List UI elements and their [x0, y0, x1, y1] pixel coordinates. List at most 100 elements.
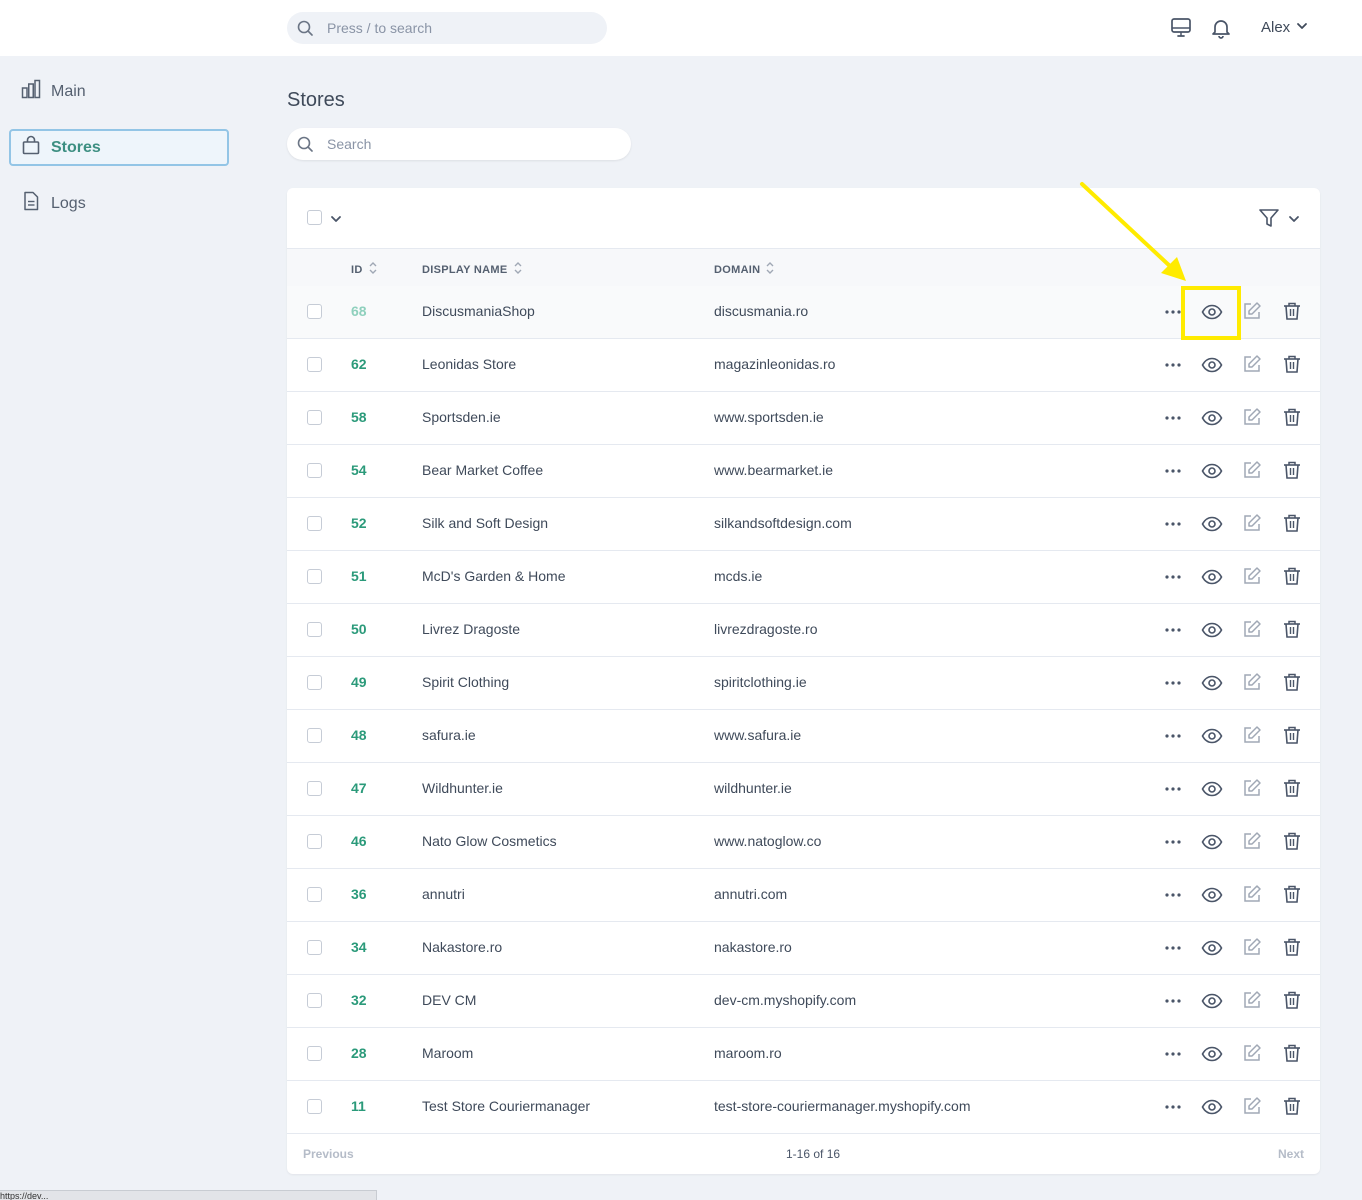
table-row[interactable]: 50 Livrez Dragoste livrezdragoste.ro: [287, 604, 1320, 657]
more-icon[interactable]: [1164, 833, 1182, 854]
store-id[interactable]: 50: [351, 621, 367, 637]
user-menu[interactable]: Alex: [1261, 19, 1308, 36]
table-row[interactable]: 54 Bear Market Coffee www.bearmarket.ie: [287, 445, 1320, 498]
row-checkbox[interactable]: [307, 1099, 322, 1114]
store-id[interactable]: 54: [351, 462, 367, 478]
trash-icon[interactable]: [1282, 1096, 1302, 1119]
table-row[interactable]: 28 Maroom maroom.ro: [287, 1028, 1320, 1081]
table-row[interactable]: 68 DiscusmaniaShop discusmania.ro: [287, 286, 1320, 339]
eye-icon[interactable]: [1201, 513, 1223, 538]
store-id[interactable]: 28: [351, 1045, 367, 1061]
global-search-input[interactable]: Press / to search: [287, 12, 607, 44]
store-id[interactable]: 47: [351, 780, 367, 796]
store-id[interactable]: 51: [351, 568, 367, 584]
trash-icon[interactable]: [1282, 513, 1302, 536]
more-icon[interactable]: [1164, 939, 1182, 960]
row-checkbox[interactable]: [307, 357, 322, 372]
row-checkbox[interactable]: [307, 1046, 322, 1061]
table-row[interactable]: 62 Leonidas Store magazinleonidas.ro: [287, 339, 1320, 392]
more-icon[interactable]: [1164, 992, 1182, 1013]
edit-icon[interactable]: [1242, 619, 1262, 642]
more-icon[interactable]: [1164, 303, 1182, 324]
previous-page-button[interactable]: Previous: [303, 1147, 354, 1161]
eye-icon[interactable]: [1201, 884, 1223, 909]
table-row[interactable]: 34 Nakastore.ro nakastore.ro: [287, 922, 1320, 975]
edit-icon[interactable]: [1242, 1096, 1262, 1119]
row-checkbox[interactable]: [307, 781, 322, 796]
eye-icon[interactable]: [1201, 778, 1223, 803]
edit-icon[interactable]: [1242, 513, 1262, 536]
edit-icon[interactable]: [1242, 990, 1262, 1013]
more-icon[interactable]: [1164, 1045, 1182, 1066]
row-checkbox[interactable]: [307, 675, 322, 690]
edit-icon[interactable]: [1242, 407, 1262, 430]
table-row[interactable]: 51 McD's Garden & Home mcds.ie: [287, 551, 1320, 604]
store-id[interactable]: 11: [351, 1098, 366, 1114]
trash-icon[interactable]: [1282, 990, 1302, 1013]
store-id[interactable]: 49: [351, 674, 367, 690]
more-icon[interactable]: [1164, 568, 1182, 589]
more-icon[interactable]: [1164, 462, 1182, 483]
table-row[interactable]: 46 Nato Glow Cosmetics www.natoglow.co: [287, 816, 1320, 869]
more-icon[interactable]: [1164, 621, 1182, 642]
edit-icon[interactable]: [1242, 301, 1262, 324]
eye-icon[interactable]: [1201, 619, 1223, 644]
more-icon[interactable]: [1164, 1098, 1182, 1119]
row-checkbox[interactable]: [307, 516, 322, 531]
next-page-button[interactable]: Next: [1278, 1147, 1304, 1161]
store-id[interactable]: 52: [351, 515, 367, 531]
table-row[interactable]: 11 Test Store Couriermanager test-store-co…: [287, 1081, 1320, 1134]
chevron-down-icon[interactable]: [1288, 212, 1300, 230]
eye-icon[interactable]: [1201, 937, 1223, 962]
column-header-id[interactable]: ID: [351, 261, 377, 278]
eye-icon[interactable]: [1201, 672, 1223, 697]
trash-icon[interactable]: [1282, 937, 1302, 960]
row-checkbox[interactable]: [307, 622, 322, 637]
edit-icon[interactable]: [1242, 566, 1262, 589]
chevron-down-icon[interactable]: [330, 212, 342, 230]
eye-icon[interactable]: [1201, 831, 1223, 856]
edit-icon[interactable]: [1242, 1043, 1262, 1066]
store-id[interactable]: 62: [351, 356, 367, 372]
row-checkbox[interactable]: [307, 728, 322, 743]
row-checkbox[interactable]: [307, 569, 322, 584]
store-id[interactable]: 58: [351, 409, 367, 425]
trash-icon[interactable]: [1282, 778, 1302, 801]
edit-icon[interactable]: [1242, 460, 1262, 483]
trash-icon[interactable]: [1282, 354, 1302, 377]
trash-icon[interactable]: [1282, 301, 1302, 324]
table-row[interactable]: 58 Sportsden.ie www.sportsden.ie: [287, 392, 1320, 445]
eye-icon[interactable]: [1201, 407, 1223, 432]
table-row[interactable]: 52 Silk and Soft Design silkandsoftdesign.…: [287, 498, 1320, 551]
more-icon[interactable]: [1164, 674, 1182, 695]
edit-icon[interactable]: [1242, 672, 1262, 695]
more-icon[interactable]: [1164, 356, 1182, 377]
row-checkbox[interactable]: [307, 940, 322, 955]
trash-icon[interactable]: [1282, 831, 1302, 854]
trash-icon[interactable]: [1282, 672, 1302, 695]
more-icon[interactable]: [1164, 727, 1182, 748]
eye-icon[interactable]: [1201, 990, 1223, 1015]
row-checkbox[interactable]: [307, 410, 322, 425]
eye-icon[interactable]: [1201, 460, 1223, 485]
eye-icon[interactable]: [1201, 354, 1223, 379]
store-id[interactable]: 34: [351, 939, 367, 955]
trash-icon[interactable]: [1282, 460, 1302, 483]
edit-icon[interactable]: [1242, 831, 1262, 854]
trash-icon[interactable]: [1282, 619, 1302, 642]
eye-icon[interactable]: [1201, 1096, 1223, 1121]
edit-icon[interactable]: [1242, 778, 1262, 801]
sidebar-item-main[interactable]: Main: [9, 73, 229, 110]
store-id[interactable]: 32: [351, 992, 367, 1008]
column-header-display-name[interactable]: DISPLAY NAME: [422, 261, 522, 278]
more-icon[interactable]: [1164, 780, 1182, 801]
stores-search-input[interactable]: Search: [287, 128, 631, 160]
sidebar-item-logs[interactable]: Logs: [9, 185, 229, 222]
table-row[interactable]: 36 annutri annutri.com: [287, 869, 1320, 922]
more-icon[interactable]: [1164, 409, 1182, 430]
table-row[interactable]: 49 Spirit Clothing spiritclothing.ie: [287, 657, 1320, 710]
row-checkbox[interactable]: [307, 304, 322, 319]
filter-icon[interactable]: [1258, 207, 1280, 234]
eye-icon[interactable]: [1201, 725, 1223, 750]
row-checkbox[interactable]: [307, 993, 322, 1008]
